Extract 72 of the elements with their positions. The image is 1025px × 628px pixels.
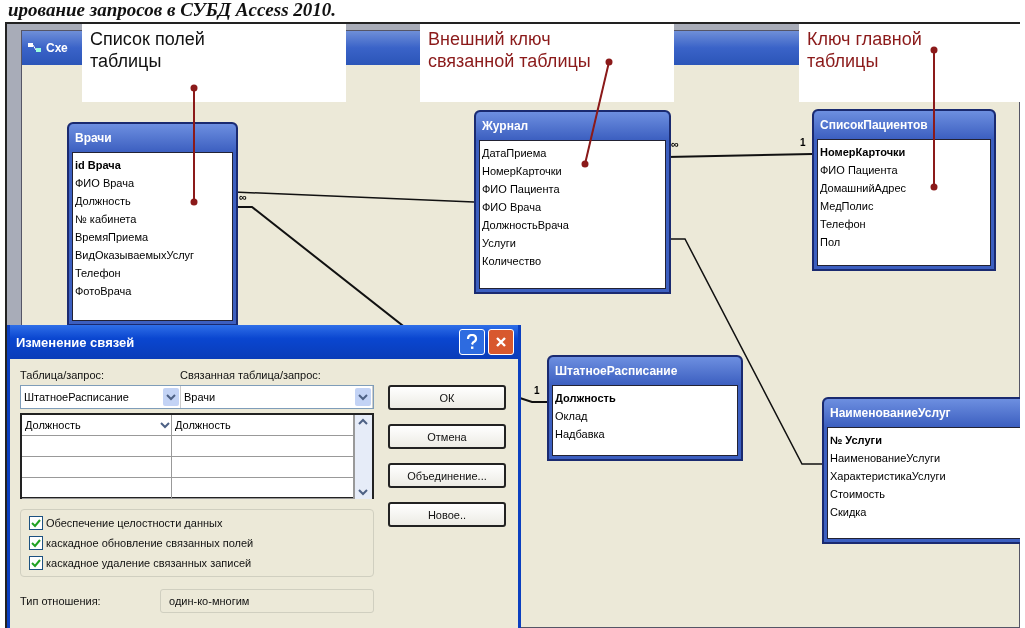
related-table-dropdown[interactable]: Врачи — [181, 386, 373, 408]
table-title: Журнал — [476, 112, 669, 140]
table-field[interactable]: ВремяПриема — [75, 228, 230, 246]
cardinality-label: ∞ — [671, 138, 679, 150]
table-dropdown[interactable]: ШтатноеРасписание — [21, 386, 181, 408]
table-field-list[interactable]: ШтатноеРасписание Должность Оклад Надбавка — [547, 355, 743, 461]
field-label: Тип отношения: — [20, 595, 102, 607]
table-field[interactable]: Надбавка — [555, 425, 735, 443]
table-field[interactable]: Услуги — [482, 234, 663, 252]
table-field[interactable]: ФИО Пациента — [820, 161, 988, 179]
table-field[interactable]: ФотоВрача — [75, 282, 230, 300]
question-mark-icon — [466, 334, 478, 350]
relation-type-value: один-ко-многим — [160, 589, 374, 613]
table-field[interactable]: НаименованиеУслуги — [830, 449, 1018, 467]
checkbox-label[interactable]: Обеспечение целостности данных — [46, 517, 223, 529]
table-field[interactable]: Пол — [820, 233, 988, 251]
checkbox-label[interactable]: каскадное удаление связанных записей — [46, 557, 252, 569]
cardinality-label: 1 — [800, 137, 806, 148]
dialog-button[interactable]: Новое.. — [388, 502, 506, 527]
table-field[interactable]: ДолжностьВрача — [482, 216, 663, 234]
dialog-button[interactable]: Отмена — [388, 424, 506, 449]
table-title: ШтатноеРасписание — [549, 357, 741, 385]
table-field[interactable]: Скидка — [830, 503, 1018, 521]
checkbox[interactable] — [29, 536, 43, 550]
annotation-callout: Список полей таблицы — [82, 24, 346, 102]
table-field-list[interactable]: НаименованиеУслуг № Услуги НаименованиеУслуги ХарактеристикаУслуги Стоимость Скидка — [822, 397, 1020, 544]
table-field[interactable]: Телефон — [75, 264, 230, 282]
annotation-callout: Внешний ключ связанной таблицы — [420, 24, 674, 102]
table-field[interactable]: ФИО Врача — [75, 174, 230, 192]
table-field[interactable]: № Услуги — [830, 431, 1018, 449]
table-title: СписокПациентов — [814, 111, 994, 139]
table-field[interactable]: Должность — [75, 192, 230, 210]
table-field[interactable]: МедПолис — [820, 197, 988, 215]
caption: ирование запросов в СУБД Access 2010. — [7, 0, 338, 22]
table-field-list[interactable]: Врачи id Врача ФИО Врача Должность № кабинета ВремяПриема ВидОказываемыхУслуг Телефон ФотоВрача — [67, 122, 238, 326]
grid-cell[interactable]: Должность — [22, 415, 172, 435]
table-field[interactable]: НомерКарточки — [482, 162, 663, 180]
table-title: НаименованиеУслуг — [824, 399, 1020, 427]
field-label: Таблица/запрос: — [20, 369, 106, 381]
table-field[interactable]: Оклад — [555, 407, 735, 425]
table-field-list[interactable]: СписокПациентов НомерКарточки ФИО Пациента ДомашнийАдрес МедПолис Телефон Пол — [812, 109, 996, 271]
dialog-title: Изменение связей — [16, 334, 136, 350]
table-field-list[interactable]: Журнал ДатаПриема НомерКарточки ФИО Пациента ФИО Врача ДолжностьВрача Услуги Количество — [474, 110, 671, 294]
checkbox[interactable] — [29, 556, 43, 570]
table-field[interactable]: Стоимость — [830, 485, 1018, 503]
table-field[interactable]: № кабинета — [75, 210, 230, 228]
table-field[interactable]: ФИО Пациента — [482, 180, 663, 198]
window-title: Схе — [46, 41, 68, 55]
table-field[interactable]: Телефон — [820, 215, 988, 233]
dialog-button[interactable]: ОК — [388, 385, 506, 410]
table-title: Врачи — [69, 124, 236, 152]
table-field[interactable]: id Врача — [75, 156, 230, 174]
annotation-callout: Ключ главной таблицы — [799, 24, 1020, 102]
scrollbar[interactable] — [354, 415, 372, 499]
field-label: Связанная таблица/запрос: — [180, 369, 322, 381]
dialog-button[interactable]: Объединение... — [388, 463, 506, 488]
checkbox[interactable] — [29, 516, 43, 530]
close-button[interactable] — [488, 329, 514, 355]
table-field[interactable]: ХарактеристикаУслуги — [830, 467, 1018, 485]
table-field[interactable]: Количество — [482, 252, 663, 270]
table-field[interactable]: ФИО Врача — [482, 198, 663, 216]
table-field[interactable]: Должность — [555, 389, 735, 407]
table-field[interactable]: НомерКарточки — [820, 143, 988, 161]
table-field[interactable]: ДатаПриема — [482, 144, 663, 162]
table-field[interactable]: ВидОказываемыхУслуг — [75, 246, 230, 264]
relationships-icon — [28, 42, 42, 54]
help-button[interactable] — [459, 329, 485, 355]
table-field[interactable]: ДомашнийАдрес — [820, 179, 988, 197]
checkbox-label[interactable]: каскадное обновление связанных полей — [46, 537, 254, 549]
cardinality-label: 1 — [534, 385, 540, 396]
close-icon — [495, 336, 507, 348]
cardinality-label: ∞ — [239, 191, 247, 203]
